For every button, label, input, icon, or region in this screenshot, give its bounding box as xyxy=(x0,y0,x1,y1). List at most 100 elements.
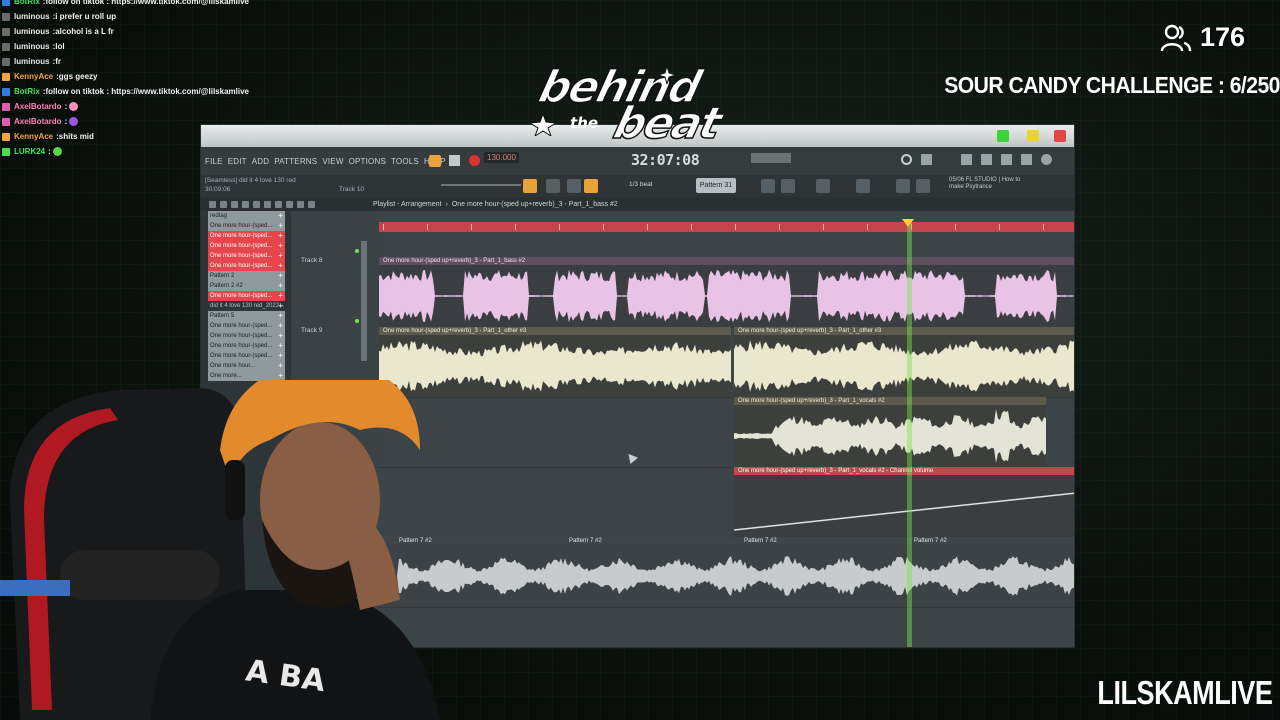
record-button[interactable] xyxy=(469,155,480,166)
view-icon[interactable] xyxy=(761,179,775,193)
master-volume-slider[interactable] xyxy=(441,184,521,186)
chat-username[interactable]: LURK24 xyxy=(14,147,45,156)
pattern-picker-item[interactable]: One more hour-(sped... xyxy=(208,251,285,261)
chat-separator: : xyxy=(64,117,68,126)
chat-username[interactable]: KennyAce xyxy=(14,132,53,141)
pl-select-icon[interactable] xyxy=(286,200,293,208)
pl-slip-icon[interactable] xyxy=(264,200,271,208)
timeline-ruler[interactable] xyxy=(379,222,1074,232)
chat-username[interactable]: luminous xyxy=(14,27,50,36)
menu-item-options[interactable]: OPTIONS xyxy=(349,157,386,166)
window-green-button[interactable] xyxy=(997,130,1009,142)
automation-curve xyxy=(734,492,1074,531)
pattern-clip-row[interactable]: Pattern 7 #2 Pattern 7 #2 Pattern 7 #2 P… xyxy=(379,537,1074,607)
piano-view-icon[interactable] xyxy=(896,179,910,193)
channel-view-icon[interactable] xyxy=(856,179,870,193)
pl-arrow-icon[interactable] xyxy=(209,200,216,208)
browser-view-icon[interactable] xyxy=(916,179,930,193)
pl-delete-icon[interactable] xyxy=(242,200,249,208)
pattern-picker-item[interactable]: Pattern 2 #2 xyxy=(208,281,285,291)
chat-badge-icon xyxy=(2,117,10,126)
playlist-icon[interactable] xyxy=(921,154,932,165)
pl-playback-icon[interactable] xyxy=(308,200,315,208)
pl-pencil-icon[interactable] xyxy=(220,200,227,208)
playlist-lanes[interactable]: One more hour-(sped up+reverb)_3 - Part_… xyxy=(379,211,1074,647)
pattern-picker-item[interactable]: One more hour-(sped... xyxy=(208,351,285,361)
link-icon[interactable] xyxy=(584,179,598,193)
clip-title: One more hour-(sped up+reverb)_3 - Part_… xyxy=(379,257,1074,265)
pattern-picker-item[interactable]: redtag xyxy=(208,211,285,221)
pl-slice-icon[interactable] xyxy=(275,200,282,208)
pattern-picker-item[interactable]: One more hour-(sped... xyxy=(208,321,285,331)
pattern-selector[interactable]: Pattern 31 xyxy=(696,178,736,193)
pattern-picker-item[interactable]: did it 4 love 130 red_2022... xyxy=(208,301,285,311)
menu-item-file[interactable]: FILE xyxy=(205,157,223,166)
tempo-display[interactable]: 130.000 xyxy=(484,152,519,163)
audio-clip-bass[interactable]: One more hour-(sped up+reverb)_3 - Part_… xyxy=(379,257,1074,327)
audio-clip-vocals[interactable]: One more hour-(sped up+reverb)_3 - Part_… xyxy=(734,397,1046,467)
draw-icon[interactable] xyxy=(546,179,560,193)
paint-icon[interactable] xyxy=(567,179,581,193)
chat-badge-icon xyxy=(2,57,10,66)
window-yellow-button[interactable] xyxy=(1027,130,1039,142)
pl-mute-icon[interactable] xyxy=(253,200,260,208)
track-label[interactable]: Track 8 xyxy=(301,257,322,264)
snap-select[interactable]: 1/3 beat xyxy=(629,181,653,188)
chat-message: BotRix: follow on tiktok : https://www.t… xyxy=(2,0,302,9)
pattern-picker-item[interactable]: One more hour-(sped... xyxy=(208,331,285,341)
pl-brush-icon[interactable] xyxy=(231,200,238,208)
chat-username[interactable]: AxelBotardo xyxy=(14,117,62,126)
pattern-picker-item[interactable]: One more hour-(sped... xyxy=(208,341,285,351)
pattern-picker-item[interactable]: One more hour-(sped... xyxy=(208,241,285,251)
help-icon[interactable] xyxy=(1041,154,1052,165)
playhead[interactable] xyxy=(907,219,912,647)
chat-message: BotRix: follow on tiktok : https://www.t… xyxy=(2,84,302,99)
track-label[interactable]: Track 9 xyxy=(301,327,322,334)
challenge-counter: SOUR CANDY CHALLENGE : 6/250 xyxy=(944,72,1280,98)
menu-item-edit[interactable]: EDIT xyxy=(228,157,247,166)
stop-button[interactable] xyxy=(449,155,460,166)
snap-icon[interactable] xyxy=(523,179,537,193)
menu-item-add[interactable]: ADD xyxy=(252,157,270,166)
audio-clip-other[interactable]: One more hour-(sped up+reverb)_3 - Part_… xyxy=(734,327,1074,397)
scope-icon[interactable] xyxy=(781,179,795,193)
menu-item-view[interactable]: VIEW xyxy=(322,157,343,166)
track-led[interactable] xyxy=(355,249,359,253)
secondary-toolbar: [Seamless] did it 4 love 130 red 30:09:0… xyxy=(201,175,1074,197)
pattern-picker-item[interactable]: One more hour... xyxy=(208,361,285,371)
vertical-scrollbar[interactable] xyxy=(361,241,367,361)
pattern-picker-item[interactable]: One more hour-(sped... xyxy=(208,291,285,301)
automation-clip[interactable]: One more hour-(sped up+reverb)_3 - Part_… xyxy=(734,467,1074,537)
menu-item-tools[interactable]: TOOLS xyxy=(391,157,419,166)
news-ticker[interactable]: 05/06 FL STUDIO | How to make Psytrance xyxy=(949,177,1029,191)
track-led[interactable] xyxy=(355,319,359,323)
pattern-picker-item[interactable]: One more hour-(sped... xyxy=(208,221,285,231)
mixer-icon[interactable] xyxy=(901,154,912,165)
pl-zoom-icon[interactable] xyxy=(297,200,304,208)
menu-item-patterns[interactable]: PATTERNS xyxy=(274,157,317,166)
plugin-picker-icon[interactable] xyxy=(1021,154,1032,165)
pattern-picker-item[interactable]: Pattern 2 xyxy=(208,271,285,281)
piano-roll-icon[interactable] xyxy=(961,154,972,165)
mixer-view-icon[interactable] xyxy=(816,179,830,193)
chat-username[interactable]: BotRix xyxy=(14,0,40,6)
chat-username[interactable]: KennyAce xyxy=(14,72,53,81)
star-icon xyxy=(658,66,676,84)
pattern-picker-item[interactable]: One more hour-(sped... xyxy=(208,261,285,271)
chat-username[interactable]: BotRix xyxy=(14,87,40,96)
chat-username[interactable]: luminous xyxy=(14,42,50,51)
stream-overlay: BotRix: follow on tiktok : https://www.t… xyxy=(0,0,1280,720)
chat-username[interactable]: AxelBotardo xyxy=(14,102,62,111)
channel-rack-icon[interactable] xyxy=(981,154,992,165)
clip-title: One more hour-(sped up+reverb)_3 - Part_… xyxy=(379,327,731,335)
play-button[interactable] xyxy=(429,155,441,167)
clip-title: Pattern 7 #2 xyxy=(914,538,947,544)
pattern-picker-item[interactable]: One more hour-(sped... xyxy=(208,231,285,241)
playhead-marker[interactable] xyxy=(902,219,914,227)
pattern-picker-item[interactable]: Pattern 5 xyxy=(208,311,285,321)
chat-username[interactable]: luminous xyxy=(14,12,50,21)
chat-username[interactable]: luminous xyxy=(14,57,50,66)
browser-icon[interactable] xyxy=(1001,154,1012,165)
star-icon xyxy=(530,114,556,136)
window-close-button[interactable] xyxy=(1054,130,1066,142)
